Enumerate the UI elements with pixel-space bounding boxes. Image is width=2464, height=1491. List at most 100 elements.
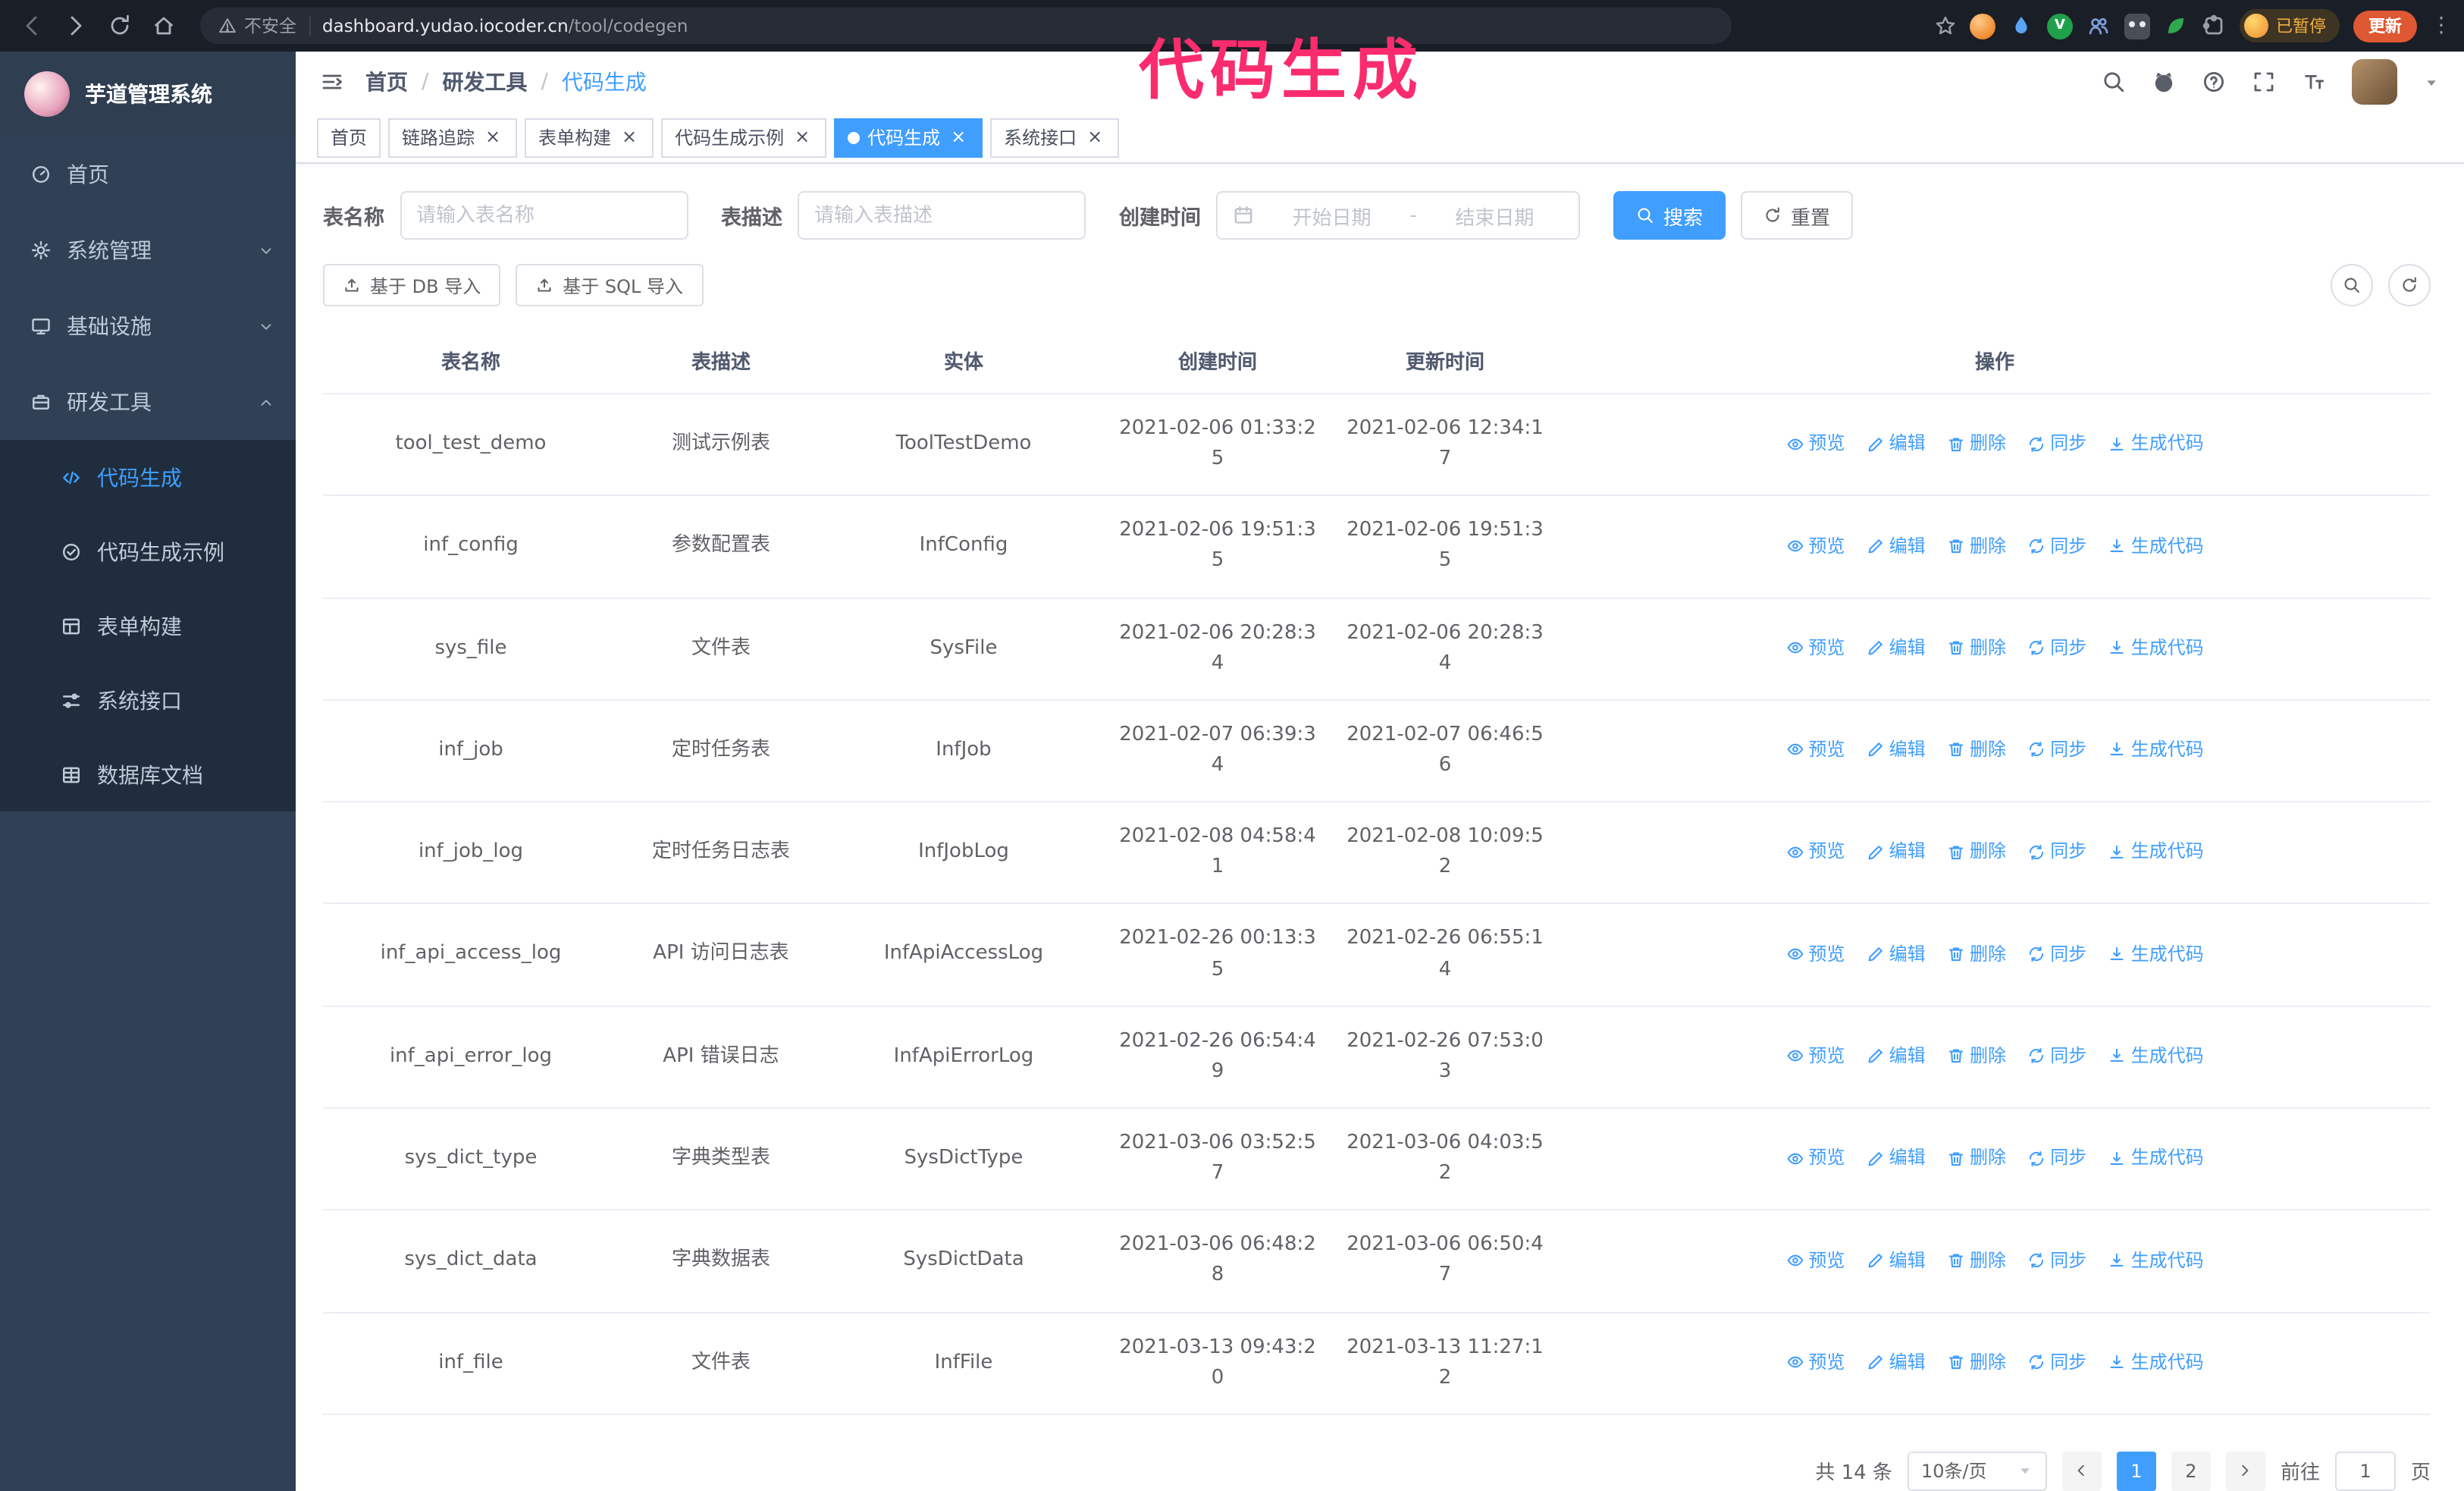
generate-code-link[interactable]: 生成代码 xyxy=(2108,430,2204,458)
sidebar-item-form-builder[interactable]: 表单构建 xyxy=(0,589,296,663)
delete-link[interactable]: 删除 xyxy=(1947,1348,2006,1376)
next-page-button[interactable] xyxy=(2225,1451,2265,1491)
table-name-input[interactable] xyxy=(400,191,688,240)
import-db-button[interactable]: 基于 DB 导入 xyxy=(323,264,501,306)
sidebar-item-system-api[interactable]: 系统接口 xyxy=(0,663,296,737)
generate-code-link[interactable]: 生成代码 xyxy=(2108,940,2204,968)
extension-icon-2[interactable] xyxy=(2009,14,2033,38)
edit-link[interactable]: 编辑 xyxy=(1867,634,1926,662)
page-size-select[interactable]: 10条/页 xyxy=(1907,1451,2047,1491)
reset-button[interactable]: 重置 xyxy=(1741,191,1854,240)
page-button-2[interactable]: 2 xyxy=(2171,1451,2211,1491)
sidebar-toggle-icon[interactable] xyxy=(320,70,344,94)
sidebar-item-codegen[interactable]: 代码生成 xyxy=(0,440,296,514)
import-sql-button[interactable]: 基于 SQL 导入 xyxy=(516,264,703,306)
github-icon[interactable] xyxy=(2152,70,2176,94)
preview-link[interactable]: 预览 xyxy=(1785,634,1845,662)
sync-link[interactable]: 同步 xyxy=(2027,1246,2086,1274)
preview-link[interactable]: 预览 xyxy=(1785,430,1845,458)
browser-menu-icon[interactable]: ⋮ xyxy=(2431,14,2452,38)
prev-page-button[interactable] xyxy=(2061,1451,2102,1491)
extension-icon-1[interactable] xyxy=(1970,13,1995,39)
browser-reload-button[interactable] xyxy=(100,6,140,46)
page-button-1[interactable]: 1 xyxy=(2116,1451,2156,1491)
sync-link[interactable]: 同步 xyxy=(2027,634,2086,662)
fullscreen-icon[interactable] xyxy=(2252,70,2276,94)
sync-link[interactable]: 同步 xyxy=(2027,736,2086,764)
edit-link[interactable]: 编辑 xyxy=(1867,736,1926,764)
bookmark-star-icon[interactable] xyxy=(1935,15,1956,36)
preview-link[interactable]: 预览 xyxy=(1785,1144,1845,1172)
tab-form-builder[interactable]: 表单构建 × xyxy=(525,118,654,157)
breadcrumb-item[interactable]: 研发工具 xyxy=(442,67,527,97)
sidebar-item-home[interactable]: 首页 xyxy=(0,137,296,212)
sync-link[interactable]: 同步 xyxy=(2027,430,2086,458)
delete-link[interactable]: 删除 xyxy=(1947,1144,2006,1172)
table-desc-input[interactable] xyxy=(798,191,1086,240)
search-icon[interactable] xyxy=(2102,70,2126,94)
sync-link[interactable]: 同步 xyxy=(2027,1348,2086,1376)
font-size-icon[interactable] xyxy=(2302,70,2326,94)
profile-paused-badge[interactable]: 已暂停 xyxy=(2240,9,2340,42)
tab-home[interactable]: 首页 xyxy=(317,118,381,157)
user-avatar[interactable] xyxy=(2352,59,2397,105)
toggle-search-button[interactable] xyxy=(2331,264,2373,306)
delete-link[interactable]: 删除 xyxy=(1947,1042,2006,1070)
preview-link[interactable]: 预览 xyxy=(1785,736,1845,764)
browser-update-button[interactable]: 更新 xyxy=(2353,10,2417,42)
extension-icon-4[interactable] xyxy=(2086,14,2111,38)
preview-link[interactable]: 预览 xyxy=(1785,1042,1845,1070)
help-icon[interactable] xyxy=(2202,70,2226,94)
edit-link[interactable]: 编辑 xyxy=(1867,532,1926,560)
browser-back-button[interactable] xyxy=(12,6,52,46)
preview-link[interactable]: 预览 xyxy=(1785,838,1845,866)
sync-link[interactable]: 同步 xyxy=(2027,1144,2086,1172)
tab-codegen[interactable]: 代码生成 × xyxy=(834,118,983,157)
edit-link[interactable]: 编辑 xyxy=(1867,430,1926,458)
close-icon[interactable]: × xyxy=(619,126,640,148)
generate-code-link[interactable]: 生成代码 xyxy=(2108,532,2204,560)
tab-system-api[interactable]: 系统接口 × xyxy=(990,118,1120,157)
sidebar-item-infrastructure[interactable]: 基础设施 xyxy=(0,288,296,364)
extension-icon-3[interactable]: V xyxy=(2047,13,2073,39)
sidebar-item-system-management[interactable]: 系统管理 xyxy=(0,212,296,288)
goto-page-input[interactable] xyxy=(2334,1451,2396,1491)
sidebar-item-db-doc[interactable]: 数据库文档 xyxy=(0,737,296,811)
address-bar[interactable]: 不安全 dashboard.yudao.iocoder.cn/tool/code… xyxy=(200,8,1732,44)
delete-link[interactable]: 删除 xyxy=(1947,838,2006,866)
preview-link[interactable]: 预览 xyxy=(1785,940,1845,968)
edit-link[interactable]: 编辑 xyxy=(1867,838,1926,866)
generate-code-link[interactable]: 生成代码 xyxy=(2108,1042,2204,1070)
sidebar-item-dev-tools[interactable]: 研发工具 xyxy=(0,364,296,440)
sidebar-item-codegen-example[interactable]: 代码生成示例 xyxy=(0,514,296,589)
security-indicator[interactable]: 不安全 xyxy=(218,14,296,38)
preview-link[interactable]: 预览 xyxy=(1785,1348,1845,1376)
browser-forward-button[interactable] xyxy=(56,6,96,46)
extension-icon-5[interactable] xyxy=(2124,13,2150,39)
refresh-table-button[interactable] xyxy=(2388,264,2431,306)
tab-tracing[interactable]: 链路追踪 × xyxy=(388,118,518,157)
edit-link[interactable]: 编辑 xyxy=(1867,1144,1926,1172)
generate-code-link[interactable]: 生成代码 xyxy=(2108,1144,2204,1172)
edit-link[interactable]: 编辑 xyxy=(1867,1042,1926,1070)
delete-link[interactable]: 删除 xyxy=(1947,532,2006,560)
edit-link[interactable]: 编辑 xyxy=(1867,1348,1926,1376)
close-icon[interactable]: × xyxy=(1084,126,1105,148)
caret-down-icon[interactable] xyxy=(2423,74,2440,90)
delete-link[interactable]: 删除 xyxy=(1947,430,2006,458)
delete-link[interactable]: 删除 xyxy=(1947,736,2006,764)
edit-link[interactable]: 编辑 xyxy=(1867,1246,1926,1274)
generate-code-link[interactable]: 生成代码 xyxy=(2108,1348,2204,1376)
breadcrumb-item[interactable]: 首页 xyxy=(365,67,408,97)
generate-code-link[interactable]: 生成代码 xyxy=(2108,838,2204,866)
extension-icon-6[interactable] xyxy=(2164,14,2188,38)
delete-link[interactable]: 删除 xyxy=(1947,940,2006,968)
edit-link[interactable]: 编辑 xyxy=(1867,940,1926,968)
close-icon[interactable]: × xyxy=(482,126,503,148)
search-button[interactable]: 搜索 xyxy=(1613,191,1726,240)
generate-code-link[interactable]: 生成代码 xyxy=(2108,634,2204,662)
sync-link[interactable]: 同步 xyxy=(2027,838,2086,866)
close-icon[interactable]: × xyxy=(948,126,969,148)
delete-link[interactable]: 删除 xyxy=(1947,1246,2006,1274)
sync-link[interactable]: 同步 xyxy=(2027,1042,2086,1070)
